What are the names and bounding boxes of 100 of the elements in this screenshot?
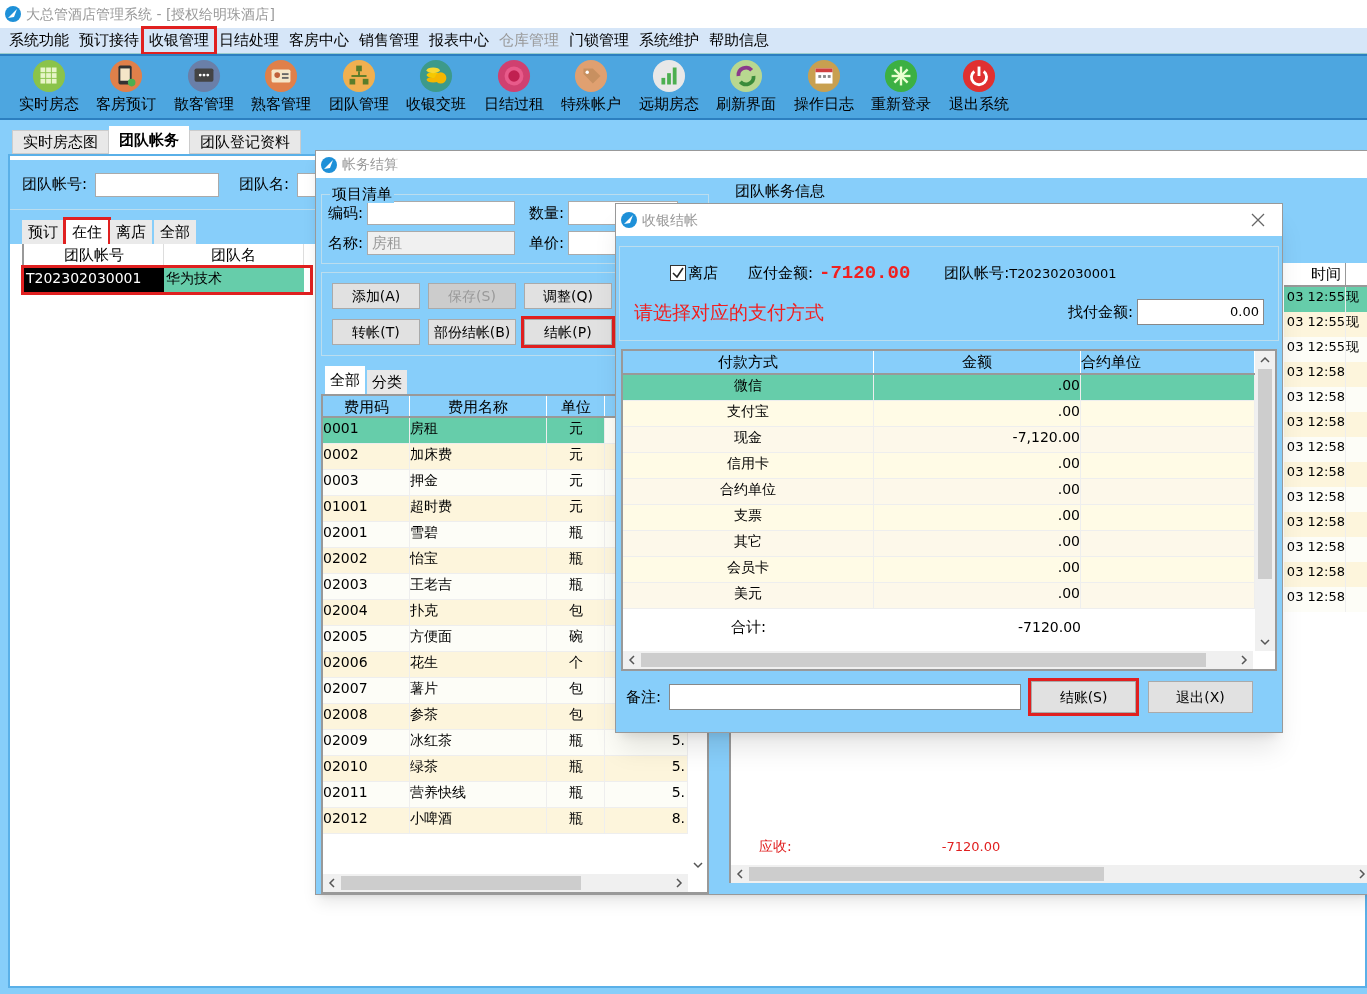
- table-cell: 方便面: [410, 626, 547, 651]
- table-cell: 瓶: [547, 808, 605, 833]
- table-cell: 03 12:58: [1284, 361, 1346, 387]
- table-cell: 薯片: [410, 678, 547, 703]
- table-cell: 房租: [410, 418, 547, 443]
- table-cell: 包: [547, 704, 605, 729]
- column-header: 团队帐号: [24, 244, 164, 265]
- table-cell: 02003: [323, 574, 410, 599]
- table-cell: 02006: [323, 652, 410, 677]
- account-number: T202302030001: [1009, 264, 1117, 283]
- table-cell: 03 12:58: [1284, 586, 1346, 612]
- table-cell: 02008: [323, 704, 410, 729]
- table-cell: .00: [874, 557, 1081, 582]
- table-cell: 02010: [323, 756, 410, 781]
- table-cell: 03 12:58: [1284, 561, 1346, 587]
- table-cell: 加床费: [410, 444, 547, 469]
- column-header: 金额: [874, 351, 1081, 373]
- field-label: 编码:: [328, 202, 364, 224]
- table-cell: 微信: [623, 375, 874, 400]
- table-cell: 03 12:58: [1284, 461, 1346, 487]
- table-cell: 03 12:58: [1284, 386, 1346, 412]
- table-cell: 0003: [323, 470, 410, 495]
- table-cell: 包: [547, 678, 605, 703]
- table-cell: 02007: [323, 678, 410, 703]
- table-cell: 03 12:58: [1284, 511, 1346, 537]
- table-cell: 花生: [410, 652, 547, 677]
- table-cell: 03 12:58: [1284, 411, 1346, 437]
- table-cell: 扑克: [410, 600, 547, 625]
- field-label: 应付金额:: [748, 263, 814, 284]
- table-cell: 01001: [323, 496, 410, 521]
- receivable-label: 应收:: [759, 837, 792, 856]
- table-cell: 现: [1346, 311, 1367, 337]
- window-title: 帐务结算: [342, 155, 398, 174]
- table-cell: .00: [874, 505, 1081, 530]
- field-label: 团队帐号:: [22, 174, 88, 196]
- table-cell: 02004: [323, 600, 410, 625]
- total-amount: -7120.00: [1017, 617, 1081, 637]
- payment-prompt: 请选择对应的支付方式: [634, 299, 824, 325]
- table-cell: -7,120.00: [874, 427, 1081, 452]
- table-cell: 瓶: [547, 574, 605, 599]
- table-cell: 支付宝: [623, 401, 874, 426]
- table-cell: .00: [874, 531, 1081, 556]
- field-label: 单价:: [529, 232, 565, 254]
- table-cell: 华为技术: [164, 268, 304, 292]
- table-cell: 美元: [623, 583, 874, 608]
- table-cell: 02002: [323, 548, 410, 573]
- table-cell: 02001: [323, 522, 410, 547]
- table-cell: 碗: [547, 626, 605, 651]
- table-cell: 怡宝: [410, 548, 547, 573]
- due-amount: -7120.00: [819, 261, 911, 286]
- table-cell: 王老吉: [410, 574, 547, 599]
- field-label: 团队名:: [239, 174, 290, 196]
- table-cell: .00: [874, 453, 1081, 478]
- table-cell: 03 12:58: [1284, 536, 1346, 562]
- table-cell: 8.: [605, 808, 688, 833]
- table-cell: 元: [547, 496, 605, 521]
- column-header: 费用名称: [410, 396, 547, 416]
- table-cell: 押金: [410, 470, 547, 495]
- total-label: 合计:: [729, 616, 768, 638]
- table-cell: 其它: [623, 531, 874, 556]
- column-header: 付款方式: [623, 351, 874, 373]
- column-header: 单位: [547, 396, 605, 416]
- table-cell: 02011: [323, 782, 410, 807]
- table-cell: 元: [547, 418, 605, 443]
- table-cell: 元: [547, 444, 605, 469]
- table-cell: 绿茶: [410, 756, 547, 781]
- field-label: 名称:: [328, 232, 364, 254]
- window-title: 收银结帐: [642, 210, 698, 230]
- table-cell: 雪碧: [410, 522, 547, 547]
- table-cell: 0002: [323, 444, 410, 469]
- table-cell: 03 12:55: [1284, 336, 1346, 362]
- field-label: 数量:: [529, 202, 565, 224]
- table-cell: 小啤酒: [410, 808, 547, 833]
- window-title: 大总管酒店管理系统 - [授权给明珠酒店]: [26, 4, 275, 24]
- table-cell: 参茶: [410, 704, 547, 729]
- table-cell: .00: [874, 583, 1081, 608]
- table-cell: .00: [874, 479, 1081, 504]
- table-cell: 02009: [323, 730, 410, 755]
- table-cell: .00: [874, 375, 1081, 400]
- table-cell: 瓶: [547, 548, 605, 573]
- table-cell: 支票: [623, 505, 874, 530]
- group-title: 项目清单: [330, 185, 394, 203]
- table-cell: 冰红茶: [410, 730, 547, 755]
- table-cell: T202302030001: [24, 268, 164, 292]
- table-cell: 03 12:55: [1284, 311, 1346, 337]
- table-cell: 5.: [605, 782, 688, 807]
- table-cell: 现: [1346, 336, 1367, 362]
- table-cell: 现金: [623, 427, 874, 452]
- table-cell: 瓶: [547, 756, 605, 781]
- table-cell: 现: [1346, 286, 1367, 312]
- table-cell: 瓶: [547, 730, 605, 755]
- table-cell: 03 12:55: [1284, 286, 1346, 312]
- table-cell: 瓶: [547, 522, 605, 547]
- field-label: 团队帐号:: [944, 263, 1010, 284]
- table-cell: 5.: [605, 756, 688, 781]
- receivable-amount: -7120.00: [941, 837, 1001, 856]
- table-cell: 02012: [323, 808, 410, 833]
- table-cell: 0001: [323, 418, 410, 443]
- field-label: 找付金额:: [1067, 301, 1133, 323]
- column-header: 团队名: [164, 244, 304, 265]
